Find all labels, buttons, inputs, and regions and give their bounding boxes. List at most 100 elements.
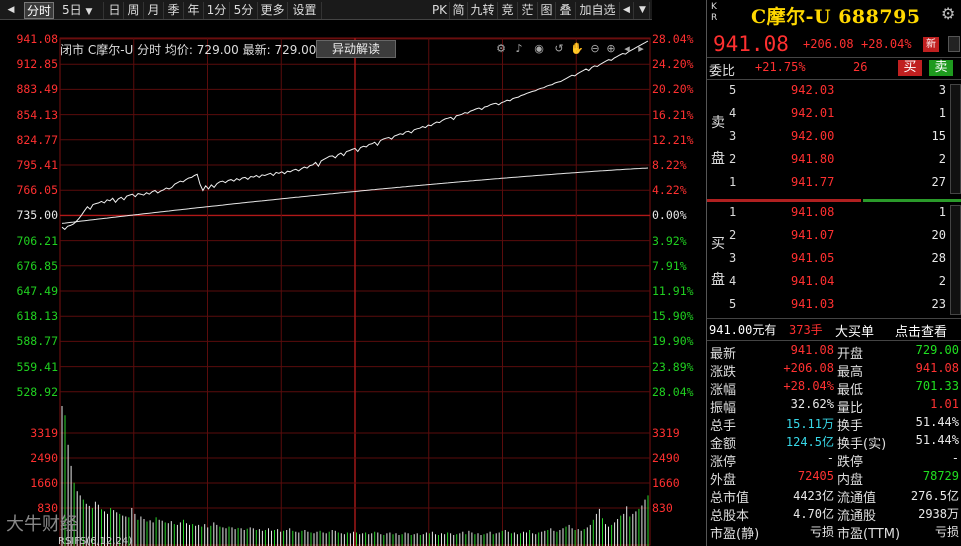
tab-5min[interactable]: 5分 (230, 2, 258, 19)
settings-gear-icon[interactable]: ⚙ (494, 42, 508, 56)
bid-row[interactable]: 1 941.08 1 (707, 205, 961, 225)
chevron-left-icon[interactable]: ◀ (620, 2, 634, 19)
collapse-left-icon[interactable]: ◀ (2, 2, 20, 19)
stat-right: 流通值 276.5亿 (837, 487, 959, 506)
bid-row[interactable]: 5 941.03 23 (707, 297, 961, 317)
auction-button[interactable]: 竞 (498, 2, 518, 19)
settings-button[interactable]: 设置 (288, 2, 322, 19)
stat-label: 流通值 (837, 491, 877, 506)
volume-tick-label: 2490 (30, 451, 58, 465)
gear-icon[interactable]: ⚙ (941, 4, 955, 23)
stat-value: 941.08 (915, 361, 959, 375)
buy-button[interactable]: 买 (898, 60, 922, 76)
pct-tick-label: 7.91% (652, 258, 687, 273)
bid-scrollbar[interactable] (950, 205, 961, 315)
tab-weekly[interactable]: 周 (124, 2, 144, 19)
bid-volume: 1 (938, 205, 946, 219)
undo-icon[interactable]: ↺ (552, 42, 566, 56)
stat-right: 量比 1.01 (837, 397, 959, 416)
bid-volume: 2 (938, 274, 946, 288)
zoom-out-icon[interactable]: ⊖ (588, 42, 602, 56)
stat-value: 701.33 (915, 379, 959, 393)
bid-level: 1 (729, 205, 737, 219)
tab-5day[interactable]: 5日 ▼ (58, 2, 104, 19)
stat-value: 124.5亿 (785, 435, 834, 449)
period-toolbar: 分时 5日 ▼ 日 周 月 季 年 1分 5分 更多 设置 PK 简 九转 竞 … (0, 0, 652, 20)
stat-value: 78729 (922, 469, 959, 483)
pct-tick-label: 8.22% (652, 158, 687, 172)
bell-icon[interactable]: ♪ (512, 42, 526, 56)
ask-volume: 1 (938, 106, 946, 120)
stat-value: 1.01 (930, 397, 959, 411)
tab-quarterly[interactable]: 季 (164, 2, 184, 19)
bid-row[interactable]: 4 941.04 2 (707, 274, 961, 294)
add-watchlist-button[interactable]: 加自选 (576, 2, 620, 19)
tab-intraday[interactable]: 分时 (24, 2, 54, 19)
left-arrow-icon[interactable]: ◂ (620, 42, 634, 56)
stat-value: 941.08 (790, 343, 834, 357)
sell-side-label: 盘 (711, 151, 725, 167)
price-tick-label: 618.13 (16, 309, 58, 324)
ask-row[interactable]: 4 942.01 1 (707, 106, 961, 126)
ask-row[interactable]: 1 941.77 27 (707, 175, 961, 195)
zoom-in-icon[interactable]: ⊕ (604, 42, 618, 56)
stat-right: 开盘 729.00 (837, 343, 959, 362)
stat-right: 最低 701.33 (837, 379, 959, 398)
nine-turn-button[interactable]: 九转 (468, 2, 498, 19)
ask-price: 942.00 (791, 129, 835, 143)
chart-button[interactable]: 图 (538, 2, 556, 19)
stat-label: 最新 (710, 347, 737, 362)
stat-left: 总手 15.11万 (710, 415, 834, 434)
tab-monthly[interactable]: 月 (144, 2, 164, 19)
ask-scrollbar[interactable] (950, 84, 961, 194)
pct-tick-label: 4.22% (652, 183, 687, 198)
chevron-down-icon: ▼ (85, 7, 93, 17)
big-order-qty: 373手 (789, 323, 823, 337)
ask-volume: 2 (938, 152, 946, 166)
ask-row[interactable]: 5 942.03 3 (707, 83, 961, 103)
stat-right: 换手(实) 51.44% (837, 433, 959, 452)
divider (707, 318, 961, 319)
stat-label: 市盈(静) (710, 527, 760, 542)
simple-button[interactable]: 简 (450, 2, 468, 19)
overlay-button[interactable]: 叠 (556, 2, 576, 19)
ask-price: 942.01 (791, 106, 835, 120)
volume-tick-label: 3319 (30, 426, 58, 440)
chevron-down-icon[interactable]: ▼ (636, 2, 650, 19)
stat-label: 换手 (837, 419, 864, 434)
ask-row[interactable]: 2 941.80 2 (707, 152, 961, 172)
bid-volume: 23 (931, 297, 946, 311)
bid-row[interactable]: 2 941.07 20 (707, 228, 961, 248)
stat-label: 内盘 (837, 473, 864, 488)
divider (707, 340, 961, 341)
stat-right: 流通股 2938万 (837, 505, 959, 524)
stat-value: 729.00 (915, 343, 959, 357)
right-arrow-icon[interactable]: ▸ (634, 42, 648, 56)
mang-button[interactable]: 茫 (518, 2, 538, 19)
pct-tick-label: 11.91% (652, 284, 694, 298)
hand-icon[interactable]: ✋ (570, 42, 584, 56)
anomaly-analysis-button[interactable]: 异动解读 (316, 40, 396, 58)
tab-yearly[interactable]: 年 (184, 2, 204, 19)
scroll-right-icon[interactable] (948, 36, 960, 52)
view-details-link[interactable]: 点击查看 (895, 321, 947, 340)
sell-button[interactable]: 卖 (929, 60, 953, 76)
eye-icon[interactable]: ◉ (532, 42, 546, 56)
pct-tick-label: 24.20% (652, 57, 694, 72)
pk-button[interactable]: PK (430, 2, 450, 19)
bid-row[interactable]: 3 941.05 28 (707, 251, 961, 271)
tab-daily[interactable]: 日 (106, 2, 124, 19)
pct-tick-label: 28.04% (652, 384, 694, 399)
ask-row[interactable]: 3 942.00 15 (707, 129, 961, 149)
weibi-value: +21.75% (755, 60, 806, 74)
ask-level: 3 (729, 129, 737, 143)
stat-left: 外盘 72405 (710, 469, 834, 488)
volume-tick-label: 830 (652, 501, 673, 515)
stat-value: 4423亿 (793, 489, 834, 503)
kr-badge: KR (711, 2, 718, 23)
tab-1min[interactable]: 1分 (204, 2, 230, 19)
volume-tick-label: 3319 (652, 426, 680, 440)
tab-more[interactable]: 更多 (258, 2, 288, 19)
big-order-row: 941.00元有 373手 大买单 点击查看 (709, 321, 961, 340)
price-tick-label: 588.77 (16, 334, 58, 349)
